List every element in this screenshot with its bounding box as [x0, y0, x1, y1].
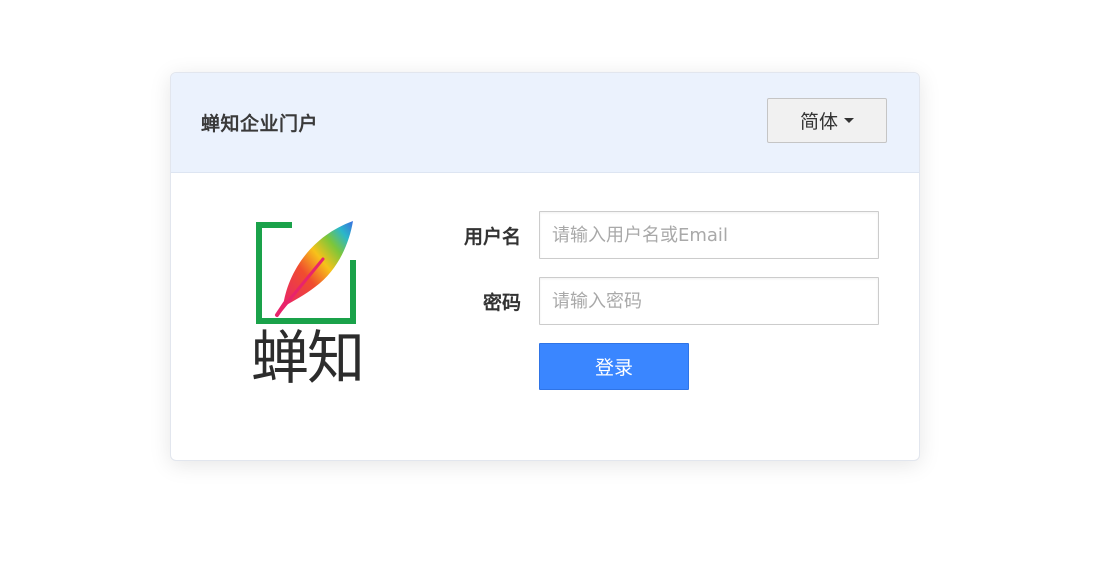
password-label: 密码: [482, 292, 521, 314]
feather-quill-icon: [256, 221, 356, 324]
logo: 蝉知: [237, 215, 377, 400]
username-row: 用户名: [431, 211, 891, 259]
login-card: 蝉知企业门户 简体 蝉知 用户名 请输入用户名或Email 密码 登录: [170, 72, 920, 461]
logo-text: 蝉知: [250, 324, 365, 392]
caret-down-icon: [844, 118, 854, 123]
password-input[interactable]: [539, 277, 879, 325]
login-button[interactable]: 登录: [539, 343, 689, 390]
username-label: 用户名: [463, 226, 521, 248]
language-button-label: 简体: [799, 111, 838, 133]
card-header: 蝉知企业门户 简体: [171, 73, 919, 173]
language-select-button[interactable]: 简体: [767, 98, 887, 143]
password-row: 密码: [431, 277, 891, 325]
portal-title: 蝉知企业门户: [201, 113, 319, 135]
username-input[interactable]: [539, 211, 879, 259]
